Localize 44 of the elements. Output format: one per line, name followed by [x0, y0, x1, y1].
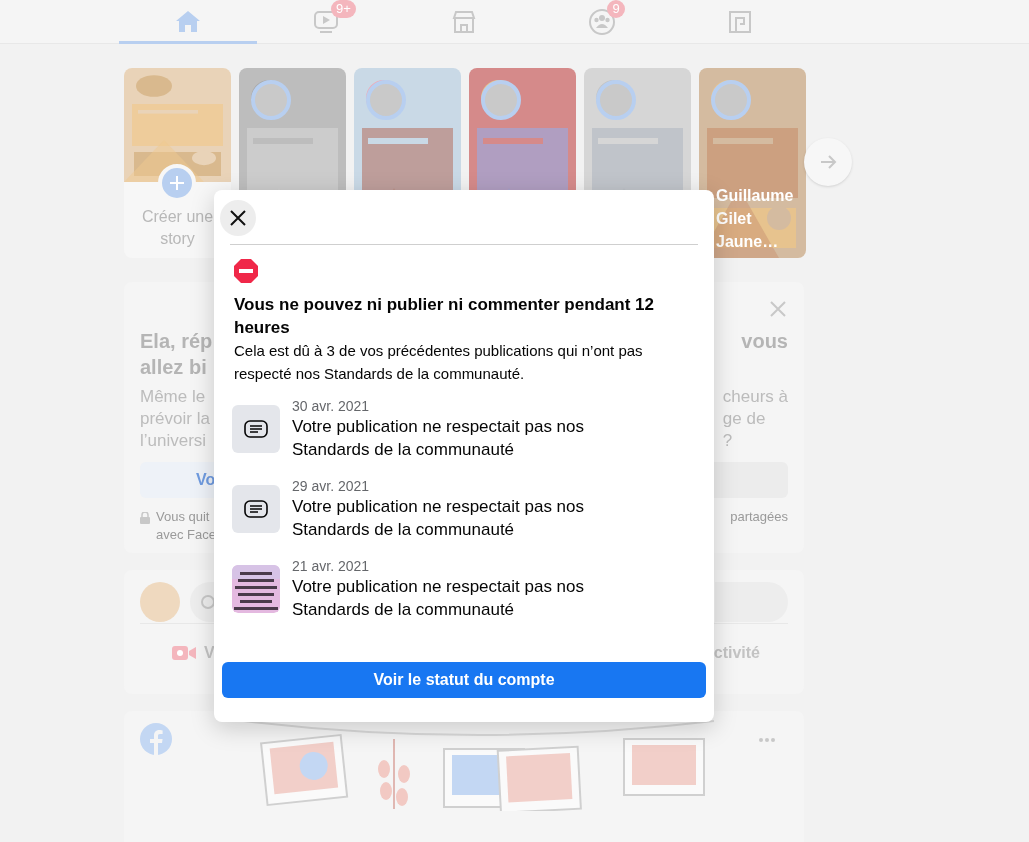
facebook-logo-icon [140, 723, 172, 755]
home-icon [175, 8, 201, 33]
avatar [140, 581, 180, 622]
lock-icon [140, 512, 150, 524]
close-button[interactable] [220, 200, 256, 236]
more-options-icon[interactable] [758, 737, 776, 743]
card-body-text: cheurs à [722, 386, 788, 408]
privacy-note-text: Vous quit [156, 508, 211, 526]
blocked-icon [234, 259, 258, 283]
dialog-description: Cela est dû à 3 de vos précédentes publications qui n’ont pas respecté nos Standards de la communauté. [234, 341, 644, 384]
close-icon[interactable] [770, 301, 786, 317]
notification-badge: 9 [607, 0, 625, 18]
text-post-icon [244, 500, 268, 518]
next-arrow-button[interactable] [804, 138, 852, 186]
gaming-icon [728, 10, 752, 34]
story-author-name: Guillaume Gilet Jaune… [716, 186, 795, 252]
notification-badge: 9+ [331, 0, 356, 18]
dialog-title: Vous ne pouvez ni publier ni commenter pendant 12 heures [234, 294, 656, 339]
post-input-field[interactable] [715, 581, 788, 622]
close-icon [230, 210, 246, 226]
violation-date: 21 avr. 2021 [292, 557, 371, 575]
violation-date: 29 avr. 2021 [292, 477, 371, 495]
store-icon [451, 9, 477, 35]
privacy-note-text: partagées [730, 508, 788, 526]
search-icon [200, 593, 214, 610]
nav-tab[interactable]: 9+ [257, 0, 395, 44]
nav-tab[interactable]: 9 [533, 0, 671, 44]
create-story-card[interactable]: Créer une story [124, 68, 231, 258]
card-body-text: ge de [722, 408, 767, 430]
violation-date: 30 avr. 2021 [292, 397, 371, 415]
text-post-icon [244, 420, 268, 438]
video-camera-icon [172, 644, 196, 662]
violation-text: Votre publication ne respectait pas nos Standards de la communauté [292, 416, 586, 461]
violation-text: Votre publication ne respectait pas nos Standards de la communauté [292, 496, 586, 541]
card-body-text: Même le [140, 386, 207, 408]
card-title-text: allez bi [140, 355, 208, 380]
violation-text: Votre publication ne respectait pas nos Standards de la communauté [292, 576, 586, 621]
card-title-text: vous [741, 329, 788, 354]
account-status-button[interactable]: Voir le statut du compte [222, 662, 706, 698]
card-title-text: Ela, rép [140, 329, 214, 354]
card-body-text: ? [722, 430, 734, 452]
card-body-text: prévoir la [140, 408, 211, 430]
create-story-label: Créer une story [140, 207, 215, 249]
card-body-text: l’universi [140, 430, 208, 452]
